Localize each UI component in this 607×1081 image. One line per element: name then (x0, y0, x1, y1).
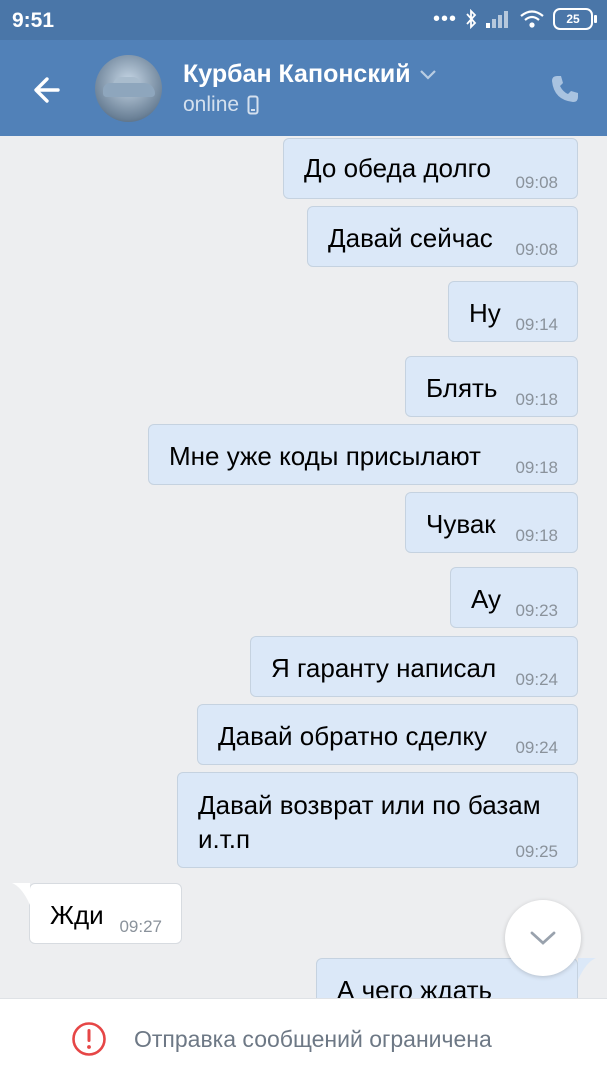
bubble-tail-incoming (12, 883, 30, 905)
message-bubble-outgoing[interactable]: Ну 09:14 (448, 281, 578, 342)
message-text: Давай возврат или по базам (198, 790, 541, 820)
message-bubble-incoming[interactable]: Жди 09:27 (29, 883, 182, 944)
phone-icon[interactable] (549, 73, 581, 105)
restriction-notice: Отправка сообщений ограничена (134, 1026, 492, 1052)
composer-disabled-banner: Отправка сообщений ограничена (0, 998, 607, 1081)
message-time: 09:08 (515, 173, 558, 192)
message-text: Ну (469, 298, 501, 328)
chat-header: Курбан Капонский online (0, 40, 607, 136)
message-bubble-outgoing[interactable]: Давай сейчас 09:08 (307, 206, 578, 267)
message-time: 09:14 (515, 315, 558, 334)
message-bubble-outgoing[interactable]: Я гаранту написал 09:24 (250, 636, 578, 697)
message-text: Блять (426, 373, 498, 403)
message-text-line2: и.т.п (198, 824, 251, 854)
message-text: Я гаранту написал (271, 653, 497, 683)
message-text: Мне уже коды присылают (169, 441, 481, 471)
status-icons: ••• 25 (432, 8, 597, 30)
mobile-icon (247, 95, 259, 115)
contact-name-label: Курбан Капонский (183, 60, 411, 88)
message-bubble-outgoing[interactable]: Ау 09:23 (450, 567, 578, 628)
chevron-down-icon (419, 69, 436, 80)
battery-level: 25 (566, 12, 580, 26)
bluetooth-icon (466, 9, 477, 29)
dots-icon: ••• (432, 8, 457, 30)
contact-name[interactable]: Курбан Капонский (183, 60, 437, 89)
message-bubble-outgoing[interactable]: Блять 09:18 (405, 356, 578, 417)
contact-status-label: online (183, 93, 240, 116)
message-time: 09:08 (515, 240, 558, 259)
message-time: 09:27 (119, 917, 162, 936)
status-bar: 9:51 ••• 25 (0, 0, 607, 40)
message-text: Жди (50, 900, 104, 930)
message-time: 09:18 (515, 390, 558, 409)
battery-icon: 25 (553, 8, 597, 30)
message-bubble-outgoing[interactable]: До обеда долго 09:08 (283, 138, 578, 199)
status-time: 9:51 (12, 9, 55, 32)
message-time: 09:24 (515, 670, 558, 689)
message-text: До обеда долго (304, 153, 491, 183)
message-time: 09:23 (515, 601, 558, 620)
chevron-down-icon (530, 931, 556, 945)
message-bubble-outgoing[interactable]: Давай обратно сделку 09:24 (197, 704, 578, 765)
message-bubble-outgoing[interactable]: Мне уже коды присылают 09:18 (148, 424, 578, 485)
wifi-icon (520, 10, 544, 28)
message-time: 09:25 (515, 842, 558, 861)
message-time: 09:18 (515, 458, 558, 477)
scroll-to-bottom-button[interactable] (505, 900, 581, 976)
message-text: Чувак (426, 509, 496, 539)
message-text: Ау (471, 584, 502, 614)
back-arrow-icon[interactable] (28, 70, 68, 110)
avatar[interactable] (95, 55, 162, 122)
message-text: Давай обратно сделку (218, 721, 488, 751)
message-time: 09:24 (515, 738, 558, 757)
message-bubble-outgoing[interactable]: Давай возврат или по базам и.т.п 09:25 (177, 772, 578, 868)
message-time: 09:18 (515, 526, 558, 545)
contact-status: online (183, 93, 259, 117)
signal-icon (486, 11, 508, 28)
message-bubble-outgoing[interactable]: Чувак 09:18 (405, 492, 578, 553)
bubble-tail-outgoing (578, 958, 596, 980)
alert-icon (72, 1022, 106, 1056)
message-text: Давай сейчас (328, 223, 493, 253)
